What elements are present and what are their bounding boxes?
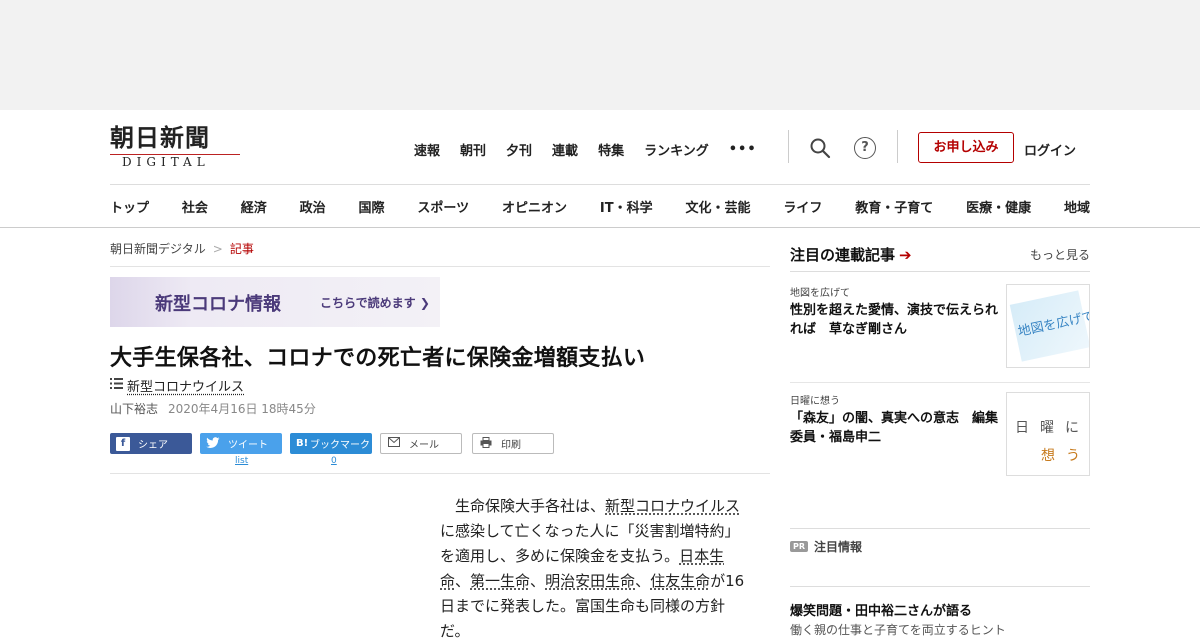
nav-features[interactable]: 特集 bbox=[598, 140, 624, 159]
divider bbox=[110, 266, 770, 267]
nav-ranking[interactable]: ランキング bbox=[644, 140, 709, 159]
publish-date: 2020年4月16日 18時45分 bbox=[168, 402, 316, 416]
banner-title: 新型コロナ情報 bbox=[155, 294, 281, 315]
category-politics[interactable]: 政治 bbox=[300, 197, 326, 216]
nav-series[interactable]: 連載 bbox=[552, 140, 578, 159]
category-nav: トップ 社会 経済 政治 国際 スポーツ オピニオン IT・科学 文化・芸能 ラ… bbox=[110, 197, 1090, 216]
breadcrumb-current: 記事 bbox=[229, 242, 254, 256]
keyword-link[interactable]: 第一生命 bbox=[470, 572, 530, 590]
logo-main: 朝日新聞 bbox=[110, 123, 210, 152]
twitter-icon bbox=[206, 436, 220, 451]
body-text: 生命保険大手各社は、 bbox=[455, 497, 606, 515]
breadcrumb: 朝日新聞デジタル > 記事 bbox=[110, 240, 254, 257]
keyword-link[interactable]: 明治安田生命 bbox=[545, 572, 635, 590]
pr-item-title[interactable]: 爆笑問題・田中裕二さんが語る bbox=[790, 600, 972, 619]
category-it-science[interactable]: IT・科学 bbox=[600, 197, 653, 216]
nav-breaking[interactable]: 速報 bbox=[414, 140, 440, 159]
category-society[interactable]: 社会 bbox=[182, 197, 208, 216]
featured-series-title[interactable]: 注目の連載記事 ➔ bbox=[790, 244, 912, 265]
top-nav: 速報 朝刊 夕刊 連載 特集 ランキング ••• bbox=[414, 140, 777, 159]
pr-label: 注目情報 bbox=[814, 540, 863, 554]
breadcrumb-separator: > bbox=[212, 242, 223, 256]
list-icon bbox=[110, 378, 123, 393]
series-title[interactable]: 「森友」の闇、真実への意志 編集委員・福島申二 bbox=[790, 409, 1002, 447]
series-title[interactable]: 性別を超えた愛情、演技で伝えられれば 草なぎ剛さん bbox=[790, 301, 1002, 339]
nav-morning[interactable]: 朝刊 bbox=[460, 140, 486, 159]
thumbnail-text: 想う bbox=[1041, 448, 1090, 464]
divider bbox=[110, 473, 770, 474]
keyword-link[interactable]: 新型コロナウイルス bbox=[605, 497, 740, 515]
login-link[interactable]: ログイン bbox=[1024, 140, 1076, 159]
share-bar: f シェア ツイート B! ブックマーク メール 印刷 bbox=[110, 433, 562, 454]
divider bbox=[897, 130, 898, 163]
keyword-link[interactable]: 住友生命 bbox=[650, 572, 710, 590]
byline: 山下裕志 2020年4月16日 18時45分 bbox=[110, 400, 316, 417]
site-header: 朝日新聞 DIGITAL 速報 朝刊 夕刊 連載 特集 ランキング ••• ? … bbox=[0, 110, 1200, 228]
print-button[interactable]: 印刷 bbox=[472, 433, 554, 454]
see-more-link[interactable]: もっと見る bbox=[1030, 246, 1090, 263]
body-text: 、 bbox=[635, 572, 651, 590]
banner-link: こちらで読めます ❯ bbox=[320, 296, 430, 310]
category-opinion[interactable]: オピニオン bbox=[502, 197, 567, 216]
pr-section-header: PR 注目情報 bbox=[790, 538, 862, 555]
category-local[interactable]: 地域 bbox=[1064, 197, 1090, 216]
twitter-count[interactable]: list bbox=[235, 456, 248, 466]
divider bbox=[790, 528, 1090, 529]
hatena-count[interactable]: 0 bbox=[331, 456, 337, 466]
twitter-tweet-button[interactable]: ツイート bbox=[200, 433, 282, 454]
covid-info-banner[interactable]: 新型コロナ情報 こちらで読めます ❯ bbox=[110, 277, 440, 327]
article-body: 生命保険大手各社は、新型コロナウイルスに感染して亡くなった人に「災害割増特約」を… bbox=[440, 494, 752, 644]
pr-badge: PR bbox=[790, 541, 809, 552]
mail-icon bbox=[387, 436, 401, 451]
breadcrumb-home[interactable]: 朝日新聞デジタル bbox=[110, 242, 206, 256]
arrow-right-icon: ➔ bbox=[899, 246, 912, 264]
facebook-share-button[interactable]: f シェア bbox=[110, 433, 192, 454]
body-text: 、 bbox=[530, 572, 546, 590]
more-icon[interactable]: ••• bbox=[729, 142, 757, 157]
logo-sub: DIGITAL bbox=[122, 155, 210, 169]
chevron-right-icon: ❯ bbox=[419, 296, 430, 310]
category-top[interactable]: トップ bbox=[110, 197, 149, 216]
category-health[interactable]: 医療・健康 bbox=[966, 197, 1031, 216]
nav-evening[interactable]: 夕刊 bbox=[506, 140, 532, 159]
help-icon[interactable]: ? bbox=[854, 137, 876, 159]
topic-link[interactable]: 新型コロナウイルス bbox=[127, 376, 244, 395]
hatena-bookmark-button[interactable]: B! ブックマーク bbox=[290, 433, 372, 454]
divider bbox=[110, 184, 1090, 185]
article-headline: 大手生保各社、コロナでの死亡者に保険金増額支払い bbox=[110, 346, 646, 371]
thumbnail-text: 日曜に bbox=[1015, 420, 1090, 436]
advertisement-area bbox=[0, 0, 1200, 110]
series-item[interactable]: 日曜に想う 「森友」の闇、真実への意志 編集委員・福島申二 日曜に 想う bbox=[790, 392, 1090, 476]
divider bbox=[790, 586, 1090, 587]
featured-series-header: 注目の連載記事 ➔ もっと見る bbox=[790, 244, 1090, 272]
series-item[interactable]: 地図を広げて 性別を超えた愛情、演技で伝えられれば 草なぎ剛さん 地図を広げて bbox=[790, 284, 1090, 368]
category-life[interactable]: ライフ bbox=[783, 197, 822, 216]
printer-icon bbox=[479, 436, 493, 451]
series-thumbnail[interactable]: 地図を広げて bbox=[1006, 284, 1090, 368]
hatena-bookmark-icon: B! bbox=[296, 437, 309, 449]
divider bbox=[790, 382, 1090, 383]
category-international[interactable]: 国際 bbox=[359, 197, 385, 216]
facebook-icon: f bbox=[116, 436, 130, 451]
site-logo[interactable]: 朝日新聞 DIGITAL bbox=[110, 124, 240, 172]
category-culture[interactable]: 文化・芸能 bbox=[685, 197, 750, 216]
article-topic: 新型コロナウイルス bbox=[110, 376, 244, 395]
divider bbox=[788, 130, 789, 163]
body-text: 、 bbox=[455, 572, 471, 590]
category-economy[interactable]: 経済 bbox=[241, 197, 267, 216]
subscribe-button[interactable]: お申し込み bbox=[918, 132, 1014, 163]
category-education[interactable]: 教育・子育て bbox=[855, 197, 933, 216]
mail-button[interactable]: メール bbox=[380, 433, 462, 454]
search-icon[interactable] bbox=[809, 137, 831, 159]
category-sports[interactable]: スポーツ bbox=[417, 197, 469, 216]
author[interactable]: 山下裕志 bbox=[110, 402, 158, 416]
series-thumbnail[interactable]: 日曜に 想う bbox=[1006, 392, 1090, 476]
